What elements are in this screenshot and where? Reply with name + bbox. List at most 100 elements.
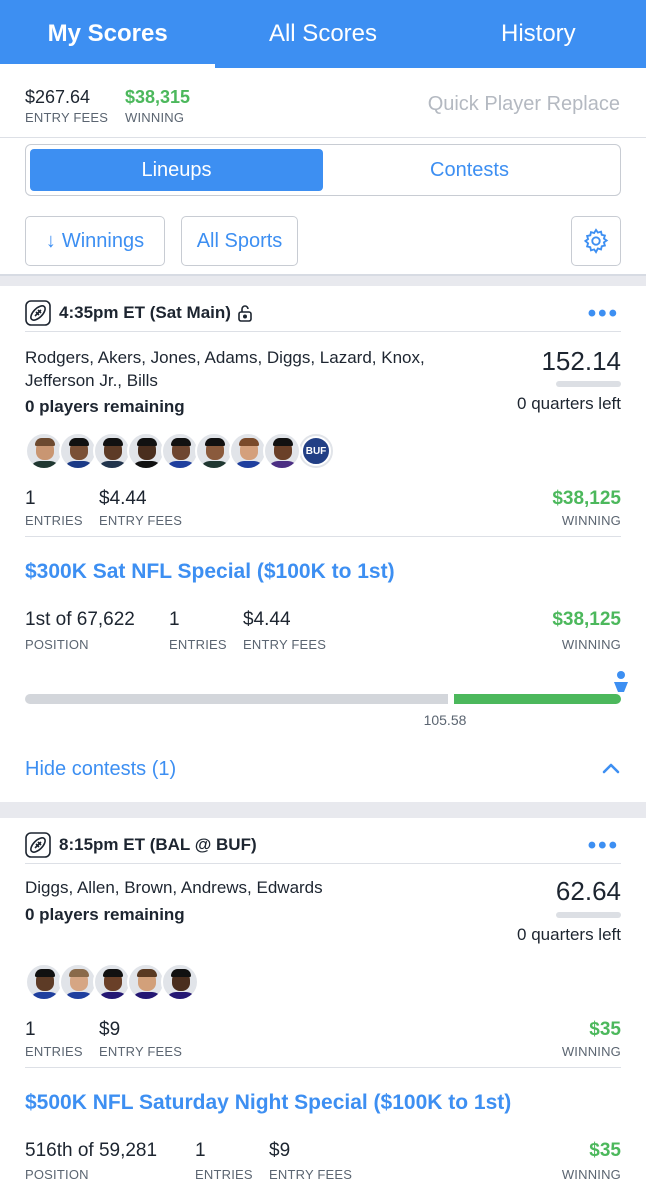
entry-fees-label: ENTRY FEES <box>99 513 183 528</box>
lineup-players: Rodgers, Akers, Jones, Adams, Diggs, Laz… <box>25 346 425 392</box>
hide-contests-button[interactable]: Hide contests (1) <box>25 758 176 781</box>
winning-label: WINNING <box>561 513 621 528</box>
position-value: 516th of 59,281 <box>25 1140 158 1161</box>
avatar <box>127 432 165 470</box>
avatar <box>229 432 267 470</box>
unlocked-icon <box>238 304 252 322</box>
tab-my-scores[interactable]: My Scores <box>0 0 216 68</box>
position-value: 1st of 67,622 <box>25 609 135 630</box>
winning-value: $35 <box>589 1019 621 1040</box>
lineup-score: 62.64 <box>555 876 621 906</box>
summary-bar: $267.64 ENTRY FEES $38,315 WINNING Quick… <box>0 68 646 138</box>
contest-winning-value: $38,125 <box>552 609 621 630</box>
contest-fees-value: $4.44 <box>243 609 291 630</box>
position-label: POSITION <box>25 637 89 652</box>
more-options-button[interactable]: ••• <box>588 832 619 860</box>
lineup-time: 4:35pm ET (Sat Main) <box>59 302 231 322</box>
avatar <box>93 963 131 1001</box>
score-bar <box>556 381 621 387</box>
contest-fees-value: $9 <box>269 1140 291 1161</box>
quarters-left: 0 quarters left <box>517 394 621 413</box>
filter-bar: ↓ Winnings All Sports <box>0 206 646 276</box>
contests-toggle-button[interactable]: Contests <box>323 149 616 191</box>
avatar <box>25 963 63 1001</box>
contest-entries-value: 1 <box>195 1140 206 1161</box>
players-remaining: 0 players remaining <box>25 905 185 924</box>
all-sports-button[interactable]: All Sports <box>181 216 298 266</box>
position-label: POSITION <box>25 1167 89 1182</box>
progress-track <box>25 694 448 704</box>
winning-label: WINNING <box>561 1044 621 1059</box>
lineup-card: 4:35pm ET (Sat Main) ••• Rodgers, Akers,… <box>0 286 646 802</box>
avatar <box>93 432 131 470</box>
contest-entries-label: ENTRIES <box>169 637 227 652</box>
lineup-header: 4:35pm ET (Sat Main) ••• <box>25 294 621 332</box>
total-winning-value: $38,315 <box>125 87 191 107</box>
total-winning-label: WINNING <box>125 110 185 125</box>
down-arrow-icon: ↓ <box>45 229 56 252</box>
sport-filter-label: All Sports <box>196 229 283 252</box>
entry-fees-value: $9 <box>99 1019 121 1040</box>
chevron-up-icon[interactable] <box>601 758 621 778</box>
winning-value: $38,125 <box>552 488 621 509</box>
avatar <box>161 963 199 1001</box>
score-bar <box>556 912 621 918</box>
team-logo-text: BUF <box>301 436 331 466</box>
sort-winnings-button[interactable]: ↓ Winnings <box>25 216 165 266</box>
avatar <box>127 963 165 1001</box>
lineup-players-line: Jefferson Jr., Bills <box>25 371 158 390</box>
lineup-score: 152.14 <box>541 346 621 376</box>
progress-winning-zone <box>454 694 621 704</box>
total-entry-fees-value: $267.64 <box>25 87 91 107</box>
tab-all-scores[interactable]: All Scores <box>215 0 430 68</box>
contest-title-link[interactable]: $300K Sat NFL Special ($100K to 1st) <box>25 560 395 584</box>
player-avatars <box>25 963 199 1001</box>
football-icon <box>25 831 51 858</box>
contest-title-link[interactable]: $500K NFL Saturday Night Special ($100K … <box>25 1091 511 1115</box>
player-avatars: BUF <box>25 432 335 470</box>
sort-label: Winnings <box>61 229 145 252</box>
lineup-players-line: Diggs, Allen, Brown, Andrews, Edwards <box>25 878 323 897</box>
avatar <box>161 432 199 470</box>
lineup-card: 8:15pm ET (BAL @ BUF) ••• Diggs, Allen, … <box>0 818 646 1200</box>
team-logo: BUF <box>297 432 335 470</box>
avatar <box>25 432 63 470</box>
lineups-toggle-button[interactable]: Lineups <box>30 149 323 191</box>
entries-value: 1 <box>25 1019 36 1040</box>
avatar <box>263 432 301 470</box>
avatar <box>59 963 97 1001</box>
entries-label: ENTRIES <box>25 1044 83 1059</box>
contest-winning-value: $35 <box>589 1140 621 1161</box>
entries-value: 1 <box>25 488 36 509</box>
view-toggle-area: Lineups Contests <box>0 138 646 206</box>
lineup-time: 8:15pm ET (BAL @ BUF) <box>59 834 257 854</box>
entry-fees-label: ENTRY FEES <box>99 1044 183 1059</box>
tab-history[interactable]: History <box>431 0 646 68</box>
quick-player-replace-button[interactable]: Quick Player Replace <box>428 93 620 116</box>
contest-winning-label: WINNING <box>561 1167 621 1182</box>
divider <box>25 536 621 537</box>
avatar <box>59 432 97 470</box>
view-toggle: Lineups Contests <box>25 144 621 196</box>
avatar <box>195 432 233 470</box>
contest-entries-label: ENTRIES <box>195 1167 253 1182</box>
gear-icon <box>583 228 609 254</box>
cash-line-label: 105.58 <box>423 712 467 728</box>
more-options-button[interactable]: ••• <box>588 300 619 328</box>
lineup-players-line: Rodgers, Akers, Jones, Adams, Diggs, Laz… <box>25 348 425 367</box>
settings-button[interactable] <box>571 216 621 266</box>
entry-fees-value: $4.44 <box>99 488 147 509</box>
contest-entries-value: 1 <box>169 609 180 630</box>
football-icon <box>25 299 51 326</box>
players-remaining: 0 players remaining <box>25 397 185 416</box>
contest-winning-label: WINNING <box>561 637 621 652</box>
lineup-players: Diggs, Allen, Brown, Andrews, Edwards <box>25 876 323 899</box>
contest-fees-label: ENTRY FEES <box>243 637 327 652</box>
lineup-header: 8:15pm ET (BAL @ BUF) ••• <box>25 826 621 864</box>
position-marker-icon <box>614 671 628 692</box>
entries-label: ENTRIES <box>25 513 83 528</box>
total-entry-fees-label: ENTRY FEES <box>25 110 109 125</box>
quarters-left: 0 quarters left <box>517 925 621 944</box>
top-tab-bar: My Scores All Scores History <box>0 0 646 68</box>
divider <box>25 1067 621 1068</box>
